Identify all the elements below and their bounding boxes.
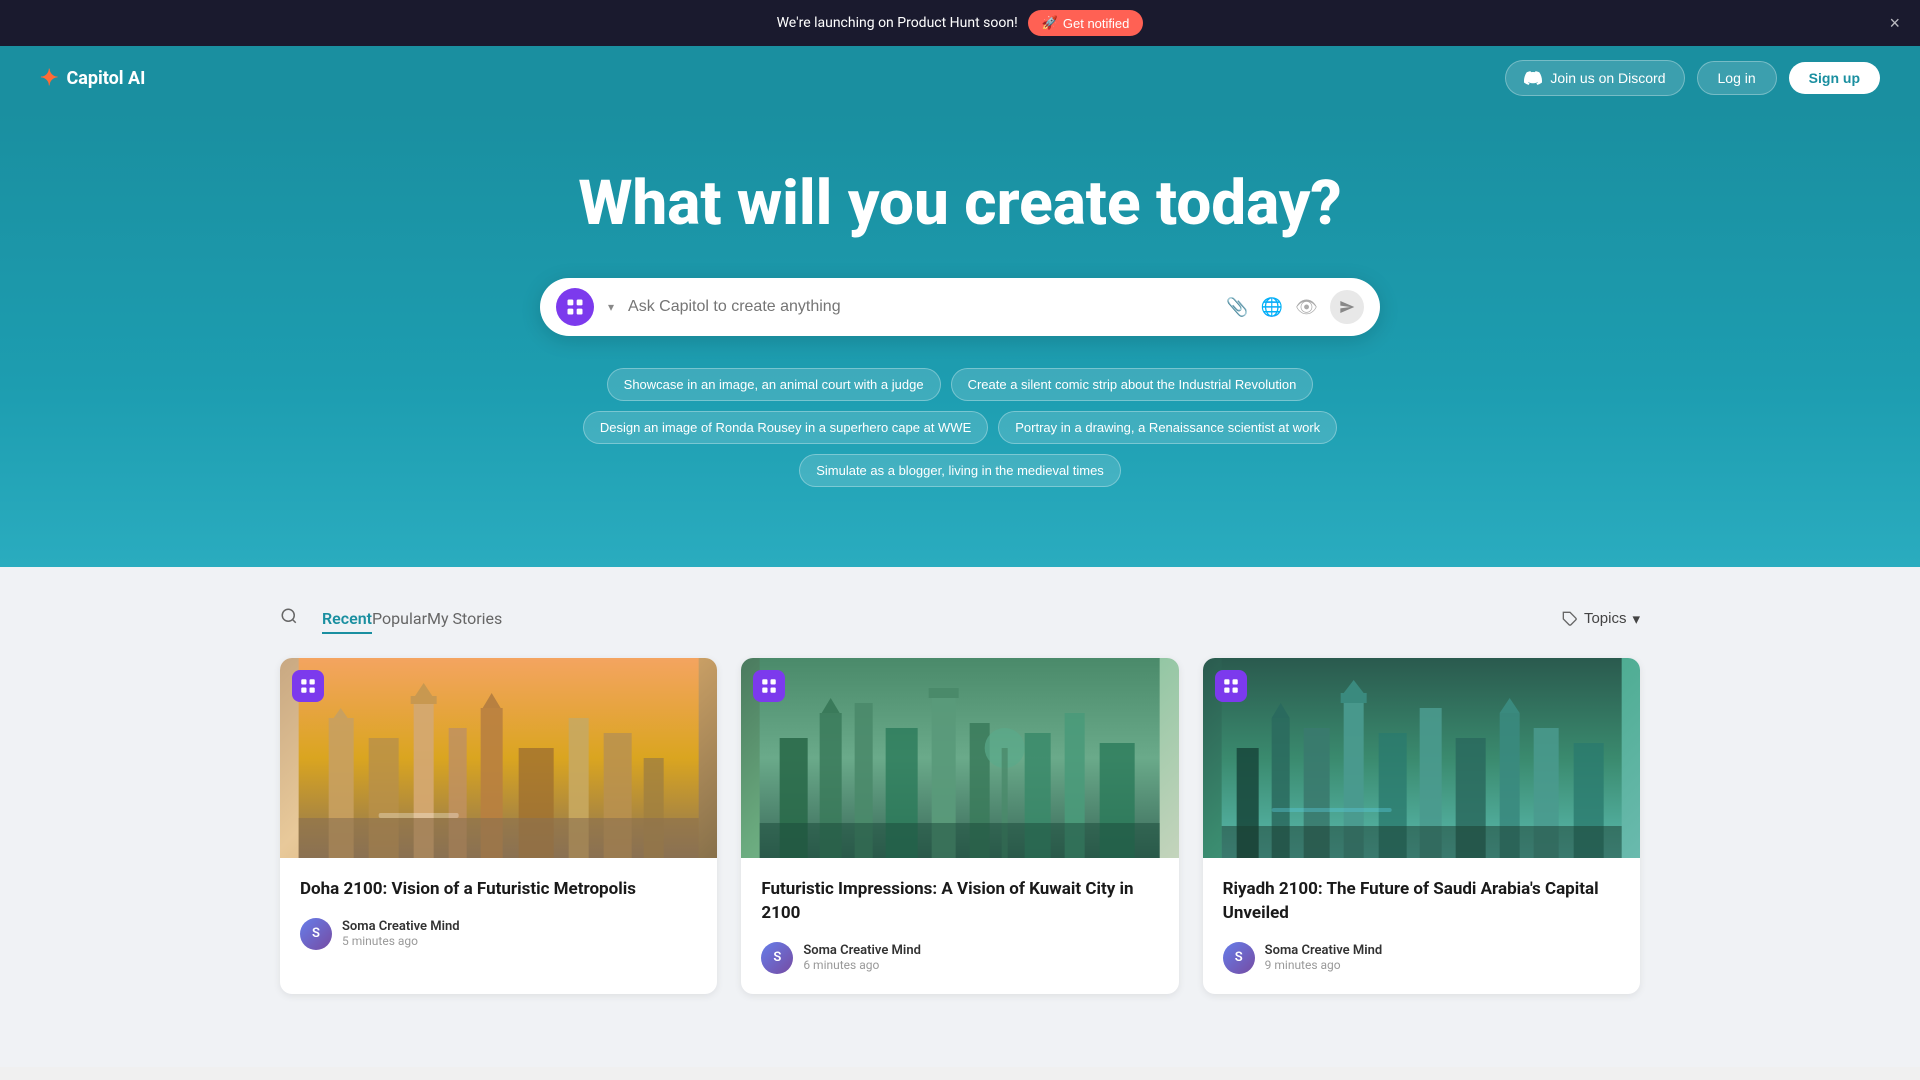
card-author: S Soma Creative Mind 5 minutes ago [300,918,697,950]
search-bar: ▾ 📎 🌐 👁 [540,278,1380,336]
hero-section: What will you create today? ▾ 📎 🌐 👁 [0,110,1920,567]
get-notified-button[interactable]: 🚀 Get notified [1028,10,1144,36]
card-image [1203,658,1640,858]
card-image [741,658,1178,858]
author-time: 6 minutes ago [803,958,921,972]
discord-label: Join us on Discord [1550,70,1665,86]
card-item[interactable]: Futuristic Impressions: A Vision of Kuwa… [741,658,1178,994]
author-info: Soma Creative Mind 6 minutes ago [803,943,921,972]
card-grid-icon [1222,677,1240,695]
card-author: S Soma Creative Mind 9 minutes ago [1223,942,1620,974]
signup-button[interactable]: Sign up [1789,62,1880,94]
topics-button[interactable]: Topics ▾ [1562,610,1640,628]
card-badge [292,670,324,702]
author-name: Soma Creative Mind [1265,943,1383,958]
eye-icon[interactable]: 👁 [1295,297,1318,318]
card-image-wrapper [1203,658,1640,858]
suggestion-chip[interactable]: Create a silent comic strip about the In… [951,368,1314,401]
main-content: RecentPopularMy Stories Topics ▾ [0,567,1920,1067]
author-name: Soma Creative Mind [803,943,921,958]
search-mode-button[interactable] [556,288,594,326]
card-author: S Soma Creative Mind 6 minutes ago [761,942,1158,974]
announcement-bar: We're launching on Product Hunt soon! 🚀 … [0,0,1920,46]
card-badge [753,670,785,702]
header: ✦ Capitol AI Join us on Discord Log in S… [0,46,1920,110]
card-body: Riyadh 2100: The Future of Saudi Arabia'… [1203,858,1640,994]
author-avatar: S [1223,942,1255,974]
card-grid-icon [299,677,317,695]
logo-text: Capitol AI [66,68,145,89]
search-submit-button[interactable] [1330,290,1364,324]
rocket-icon: 🚀 [1042,15,1058,31]
search-actions: 📎 🌐 👁 [1226,290,1364,324]
search-input[interactable] [628,298,1216,316]
topics-label: Topics [1584,610,1627,627]
card-badge [1215,670,1247,702]
hero-title: What will you create today? [40,170,1880,238]
author-time: 9 minutes ago [1265,958,1383,972]
suggestion-chip[interactable]: Simulate as a blogger, living in the med… [799,454,1121,487]
card-grid-icon [760,677,778,695]
tag-icon [1562,611,1578,627]
card-title: Futuristic Impressions: A Vision of Kuwa… [761,878,1158,926]
card-item[interactable]: Riyadh 2100: The Future of Saudi Arabia'… [1203,658,1640,994]
card-item[interactable]: Doha 2100: Vision of a Futuristic Metrop… [280,658,717,994]
discord-button[interactable]: Join us on Discord [1505,60,1684,96]
grid-icon [565,297,585,317]
header-actions: Join us on Discord Log in Sign up [1505,60,1880,96]
login-button[interactable]: Log in [1697,61,1777,95]
card-image [280,658,717,858]
card-image-wrapper [280,658,717,858]
globe-icon[interactable]: 🌐 [1261,297,1283,318]
tab-item-my-stories[interactable]: My Stories [427,609,502,632]
author-info: Soma Creative Mind 9 minutes ago [1265,943,1383,972]
author-info: Soma Creative Mind 5 minutes ago [342,919,460,948]
announcement-text: We're launching on Product Hunt soon! [777,15,1018,31]
discord-icon [1524,69,1542,87]
logo-star-icon: ✦ [40,66,58,91]
search-container: ▾ 📎 🌐 👁 [540,278,1380,336]
card-body: Futuristic Impressions: A Vision of Kuwa… [741,858,1178,994]
tabs-left: RecentPopularMy Stories [280,607,502,630]
tab-search-icon[interactable] [280,607,298,630]
author-name: Soma Creative Mind [342,919,460,934]
topics-chevron-icon: ▾ [1632,610,1640,628]
tab-item-popular[interactable]: Popular [372,609,427,632]
suggestions-container: Showcase in an image, an animal court wi… [510,368,1410,487]
suggestion-chip[interactable]: Showcase in an image, an animal court wi… [607,368,941,401]
card-image-wrapper [741,658,1178,858]
card-body: Doha 2100: Vision of a Futuristic Metrop… [280,858,717,970]
cards-grid: Doha 2100: Vision of a Futuristic Metrop… [280,658,1640,994]
author-avatar: S [761,942,793,974]
logo[interactable]: ✦ Capitol AI [40,66,145,91]
tabs-row: RecentPopularMy Stories Topics ▾ [280,607,1640,630]
suggestion-chip[interactable]: Design an image of Ronda Rousey in a sup… [583,411,988,444]
announcement-close-button[interactable]: × [1889,13,1900,34]
search-dropdown-arrow[interactable]: ▾ [604,296,618,318]
card-title: Doha 2100: Vision of a Futuristic Metrop… [300,878,697,902]
author-time: 5 minutes ago [342,934,460,948]
suggestion-chip[interactable]: Portray in a drawing, a Renaissance scie… [998,411,1337,444]
tabs-container: RecentPopularMy Stories [322,609,502,628]
author-avatar: S [300,918,332,950]
card-title: Riyadh 2100: The Future of Saudi Arabia'… [1223,878,1620,926]
attachment-icon[interactable]: 📎 [1226,297,1248,318]
send-icon [1339,299,1355,315]
tab-item-recent[interactable]: Recent [322,609,372,634]
